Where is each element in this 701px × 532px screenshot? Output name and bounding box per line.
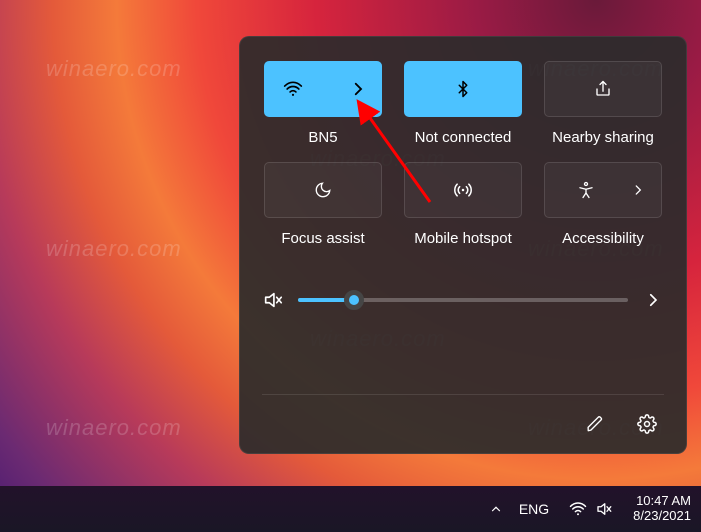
accessibility-expand-button[interactable] bbox=[625, 177, 651, 203]
open-settings-button[interactable] bbox=[630, 407, 664, 441]
wifi-expand-button[interactable] bbox=[345, 76, 371, 102]
tile-bluetooth: Not connected bbox=[402, 61, 524, 146]
hotspot-icon bbox=[453, 180, 473, 200]
nearby-sharing-toggle-button[interactable] bbox=[544, 61, 662, 117]
volume-mute-icon[interactable] bbox=[262, 289, 284, 311]
edit-quick-settings-button[interactable] bbox=[578, 407, 612, 441]
volume-slider[interactable] bbox=[298, 298, 628, 302]
tile-mobile-hotspot: Mobile hotspot bbox=[402, 162, 524, 247]
share-icon bbox=[594, 80, 612, 98]
mobile-hotspot-label: Mobile hotspot bbox=[414, 230, 512, 247]
focus-assist-label: Focus assist bbox=[281, 230, 364, 247]
taskbar: ENG 10:47 AM 8/23/2021 bbox=[0, 486, 701, 532]
pencil-icon bbox=[586, 415, 604, 433]
panel-footer bbox=[262, 394, 664, 441]
taskbar-date: 8/23/2021 bbox=[633, 509, 691, 524]
accessibility-label: Accessibility bbox=[562, 230, 644, 247]
tile-accessibility: Accessibility bbox=[542, 162, 664, 247]
bluetooth-label: Not connected bbox=[415, 129, 512, 146]
system-tray-network-sound[interactable] bbox=[563, 496, 619, 522]
focus-assist-toggle-button[interactable] bbox=[264, 162, 382, 218]
tile-nearby-sharing: Nearby sharing bbox=[542, 61, 664, 146]
tile-wifi: BN5 bbox=[262, 61, 384, 146]
wifi-label: BN5 bbox=[308, 129, 337, 146]
chevron-right-icon bbox=[631, 183, 645, 197]
volume-mute-icon bbox=[595, 500, 613, 518]
gear-icon bbox=[637, 414, 657, 434]
chevron-right-icon bbox=[349, 80, 367, 98]
language-indicator[interactable]: ENG bbox=[519, 501, 549, 517]
moon-icon bbox=[314, 181, 332, 199]
quick-settings-tiles: BN5 Not connected Nearby sharing bbox=[262, 61, 664, 247]
chevron-up-icon bbox=[489, 502, 503, 516]
accessibility-icon bbox=[577, 181, 595, 199]
taskbar-clock[interactable]: 10:47 AM 8/23/2021 bbox=[633, 494, 691, 524]
volume-row bbox=[262, 289, 664, 311]
wifi-toggle-button[interactable] bbox=[264, 61, 382, 117]
chevron-right-icon bbox=[644, 291, 662, 309]
mobile-hotspot-toggle-button[interactable] bbox=[404, 162, 522, 218]
bluetooth-icon bbox=[454, 80, 472, 98]
taskbar-time: 10:47 AM bbox=[636, 494, 691, 509]
nearby-sharing-label: Nearby sharing bbox=[552, 129, 654, 146]
tray-overflow-button[interactable] bbox=[487, 500, 505, 518]
bluetooth-toggle-button[interactable] bbox=[404, 61, 522, 117]
volume-slider-thumb[interactable] bbox=[344, 290, 364, 310]
volume-output-expand-button[interactable] bbox=[642, 291, 664, 309]
quick-settings-panel: BN5 Not connected Nearby sharing bbox=[239, 36, 687, 454]
tile-focus-assist: Focus assist bbox=[262, 162, 384, 247]
wifi-icon bbox=[569, 500, 587, 518]
accessibility-toggle-button[interactable] bbox=[544, 162, 662, 218]
wifi-icon bbox=[283, 79, 303, 99]
